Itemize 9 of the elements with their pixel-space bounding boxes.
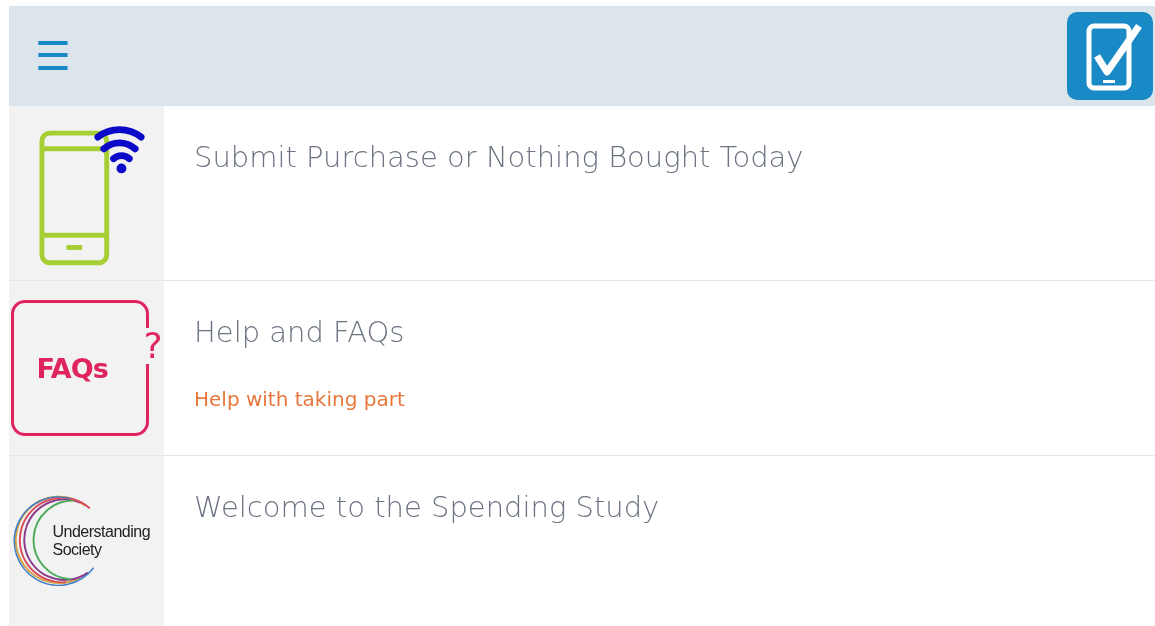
app-logo-icon xyxy=(1067,12,1153,100)
society-logo: Understanding Society xyxy=(10,491,163,591)
row-title: Welcome to the Spending Study xyxy=(194,490,660,524)
row-title: Help and FAQs xyxy=(194,315,405,349)
row-title: Submit Purchase or Nothing Bought Today xyxy=(194,140,804,174)
menu-button[interactable]: ☰ xyxy=(35,36,71,76)
menu-row[interactable]: FAQs ? Help and FAQs Help with taking part xyxy=(9,281,1155,456)
menu-row[interactable]: Submit Purchase or Nothing Bought Today xyxy=(9,106,1155,281)
row-subtitle: Help with taking part xyxy=(194,387,405,411)
